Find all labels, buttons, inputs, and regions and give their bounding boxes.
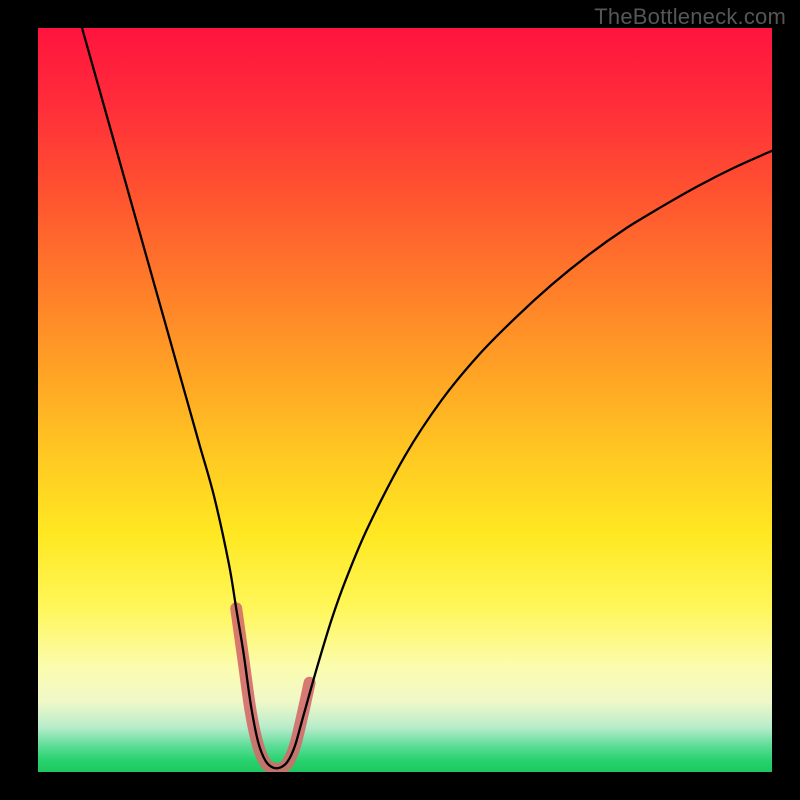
gradient-background xyxy=(38,28,772,772)
chart-frame: TheBottleneck.com xyxy=(0,0,800,800)
watermark-text: TheBottleneck.com xyxy=(594,4,786,30)
bottleneck-chart xyxy=(0,0,800,800)
